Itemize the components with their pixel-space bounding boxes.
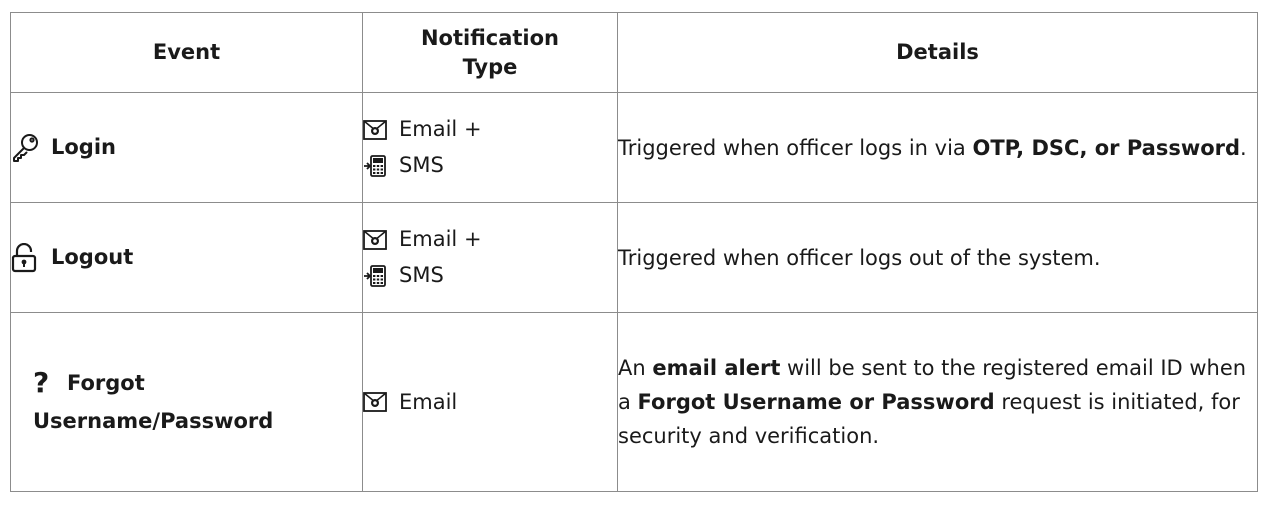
table-row: ? Forgot Username/Password Email An email… xyxy=(10,312,1258,492)
header-notification-type-line1: Notification xyxy=(420,25,560,50)
notification-line-1: Email + xyxy=(399,117,482,141)
table-row: Logout Email + SMS Triggered when office… xyxy=(10,202,1258,313)
event-label-login: Login xyxy=(51,135,116,159)
header-notification-type: Notification Type xyxy=(362,12,618,93)
envelope-icon xyxy=(363,228,391,252)
notification-cell-login: Email + SMS xyxy=(362,92,618,203)
table-header-row: Event Notification Type Details xyxy=(10,12,1258,93)
mobile-phone-icon xyxy=(363,264,391,288)
key-icon xyxy=(11,132,43,164)
details-text: . xyxy=(1240,135,1247,160)
notification-line-1: Email + xyxy=(399,227,482,251)
details-text: Triggered when officer logs in via xyxy=(618,135,973,160)
event-cell-forgot: ? Forgot Username/Password xyxy=(10,312,363,492)
details-bold: Forgot Username or Password xyxy=(637,390,995,414)
details-bold: OTP, DSC, or Password xyxy=(972,135,1241,160)
details-bold: email alert xyxy=(652,356,781,380)
event-label-forgot-line2: Username/Password xyxy=(33,409,274,433)
event-label-logout: Logout xyxy=(51,245,134,269)
question-mark-icon: ? xyxy=(33,366,50,399)
header-details: Details xyxy=(617,12,1258,93)
event-label-forgot-line1: Forgot xyxy=(67,371,145,395)
envelope-icon xyxy=(363,390,391,414)
details-cell-forgot: An email alert will be sent to the regis… xyxy=(617,312,1258,492)
details-text: An xyxy=(618,356,653,380)
details-text: Triggered when officer logs out of the s… xyxy=(618,245,1101,270)
notification-cell-forgot: Email xyxy=(362,312,618,492)
event-cell-logout: Logout xyxy=(10,202,363,313)
notification-line-2: SMS xyxy=(399,263,444,287)
unlock-icon xyxy=(11,242,43,274)
notification-line-2: SMS xyxy=(399,153,444,177)
header-event: Event xyxy=(10,12,363,93)
notification-cell-logout: Email + SMS xyxy=(362,202,618,313)
details-cell-login: Triggered when officer logs in via OTP, … xyxy=(617,92,1258,203)
details-cell-logout: Triggered when officer logs out of the s… xyxy=(617,202,1258,313)
mobile-phone-icon xyxy=(363,154,391,178)
table-row: Login Email + SMS Triggered when officer… xyxy=(10,92,1258,203)
header-notification-type-line2: Type xyxy=(462,54,518,79)
event-cell-login: Login xyxy=(10,92,363,203)
notification-events-table: Event Notification Type Details Login Em… xyxy=(10,12,1258,492)
envelope-icon xyxy=(363,118,391,142)
notification-line-1: Email xyxy=(399,389,458,414)
